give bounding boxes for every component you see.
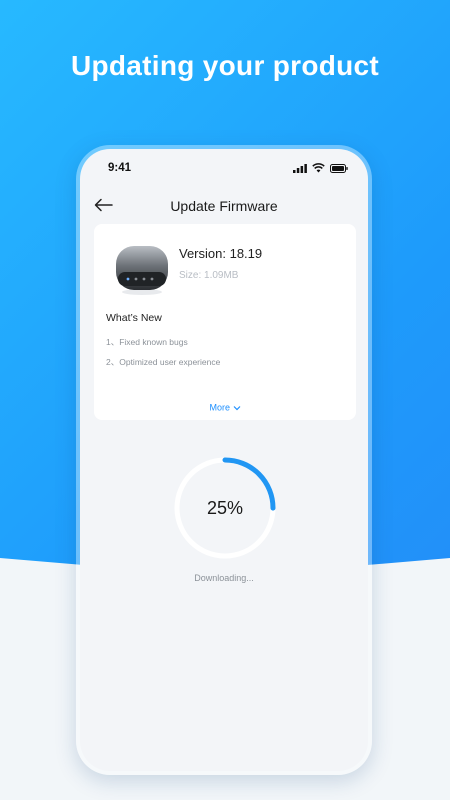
whats-new-heading: What’s New bbox=[106, 312, 162, 324]
signal-icon bbox=[293, 163, 307, 173]
page-headline: Updating your product bbox=[70, 50, 380, 81]
chevron-down-icon bbox=[233, 405, 240, 410]
phone-frame: 9:41 Update Firmware Version: 18.19 Size… bbox=[76, 145, 372, 775]
progress-ring: 25% bbox=[172, 455, 278, 561]
speaker-product-image bbox=[116, 246, 168, 295]
battery-icon bbox=[330, 163, 348, 173]
release-note: 2、Optimized user experience bbox=[106, 357, 221, 367]
firmware-version: Version: 18.19 bbox=[179, 246, 263, 261]
status-bar: 9:41 bbox=[80, 149, 368, 185]
phone-screen: 9:41 Update Firmware Version: 18.19 Size… bbox=[80, 149, 368, 771]
download-status: Downloading... bbox=[194, 573, 254, 583]
progress-percent: 25% bbox=[206, 498, 244, 518]
release-note: 1、Fixed known bugs bbox=[106, 337, 188, 347]
firmware-size: Size: 1.09MB bbox=[179, 270, 239, 281]
page-title: Update Firmware bbox=[170, 198, 278, 214]
more-label: More bbox=[209, 402, 230, 413]
firmware-card: Version: 18.19 Size: 1.09MB What’s New 1… bbox=[94, 224, 356, 420]
status-time: 9:41 bbox=[108, 162, 132, 174]
more-button[interactable]: More bbox=[94, 402, 356, 413]
nav-bar: Update Firmware bbox=[80, 185, 368, 225]
status-icons bbox=[293, 163, 348, 173]
wifi-icon bbox=[312, 163, 325, 173]
